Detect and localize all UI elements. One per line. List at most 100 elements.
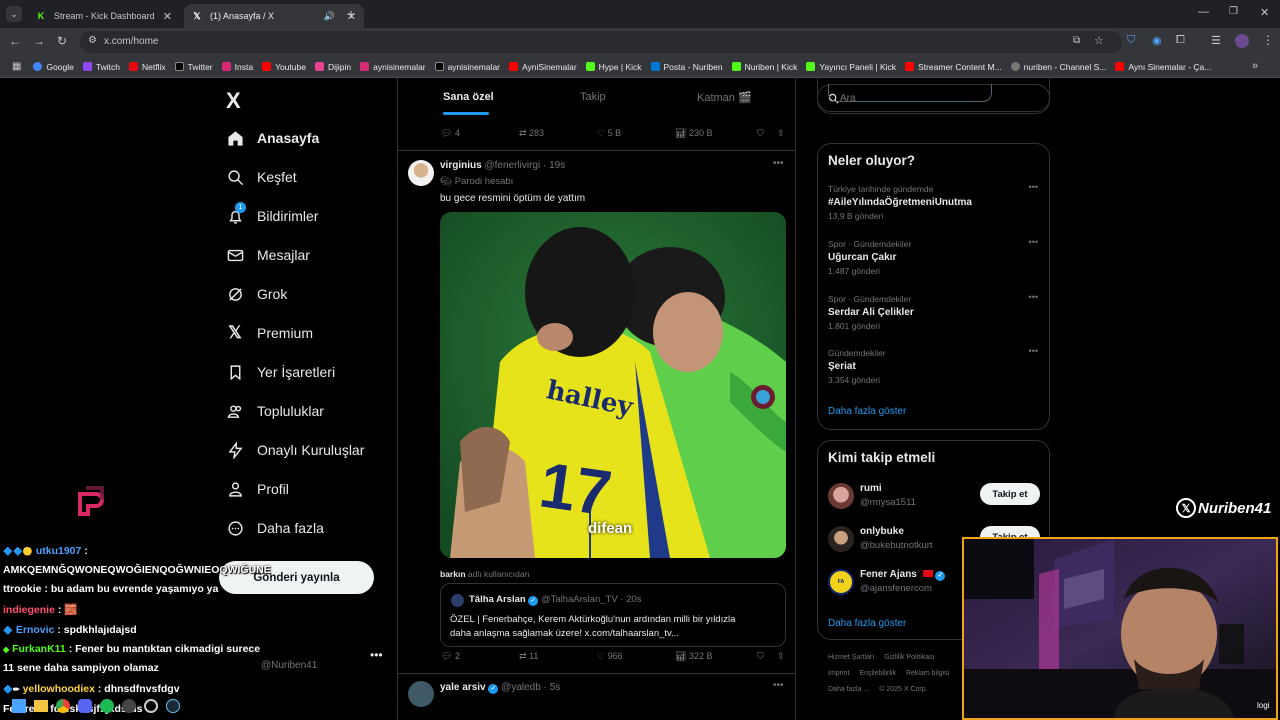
more-bookmarks-icon[interactable]: » xyxy=(1252,60,1258,72)
views-button[interactable]: 📊︎ 322 B xyxy=(675,651,757,662)
bookmark-twitch[interactable]: Twitch xyxy=(82,62,120,72)
kebab-menu-icon[interactable]: ⋮ xyxy=(1262,33,1274,47)
trend-item[interactable]: Spor · Gündemdekiler Serdar Ali Çelikler… xyxy=(828,292,1040,331)
bookmark-dijipin[interactable]: Dijipin xyxy=(314,62,351,72)
footer-link[interactable]: Reklam bilgisi xyxy=(906,670,949,677)
footer-link[interactable]: Erişilebilirlik xyxy=(859,670,896,677)
nav-home[interactable]: Anasayfa xyxy=(226,129,319,147)
tab-following[interactable]: Takip xyxy=(580,91,606,103)
nav-bookmarks[interactable]: Yer İşaretleri xyxy=(226,363,335,381)
nav-premium[interactable]: 𝕏 Premium xyxy=(226,323,313,342)
folder-icon[interactable] xyxy=(34,700,48,712)
bookmark-yayinci-paneli[interactable]: Yayıncı Paneli | Kick xyxy=(806,62,896,72)
trend-more-icon[interactable]: ••• xyxy=(1029,182,1038,192)
follow-suggestion[interactable]: rumi @rmysa1511 Takip et xyxy=(828,481,1040,513)
post-time[interactable]: 19s xyxy=(549,160,565,171)
avatar[interactable] xyxy=(408,681,434,707)
trend-item[interactable]: Türkiye tarihinde gündemde #AileYılındaÖ… xyxy=(828,182,1040,221)
nav-notifications[interactable]: 1 Bildirimler xyxy=(226,202,318,225)
author-name[interactable]: yale arsiv xyxy=(440,682,486,693)
follow-button[interactable]: Takip et xyxy=(980,483,1040,505)
trend-more-icon[interactable]: ••• xyxy=(1029,346,1038,356)
reply-button[interactable]: 💬︎ 4 xyxy=(441,128,519,139)
bookmark-aynisinemalar-yt[interactable]: AyniSinemalar xyxy=(509,62,577,72)
trend-more-icon[interactable]: ••• xyxy=(1029,237,1038,247)
post-time[interactable]: 5s xyxy=(550,682,561,693)
bookmark-posta[interactable]: Posta - Nuriben xyxy=(650,62,723,72)
bookmark-channel[interactable]: nuriben - Channel S... xyxy=(1010,62,1106,72)
footer-link[interactable]: Imprint xyxy=(828,670,849,677)
back-icon[interactable]: ← xyxy=(9,34,21,48)
bookmark-youtube[interactable]: Youtube xyxy=(262,62,306,72)
reload-icon[interactable]: ↻ xyxy=(57,34,67,48)
discord-icon[interactable] xyxy=(78,699,92,713)
bookmark-icon[interactable]: ⛉ xyxy=(757,128,777,139)
nav-communities[interactable]: Topluluklar xyxy=(226,402,324,420)
next-post[interactable]: yale arsiv ✓ @yaledb · 5s ••• xyxy=(398,674,795,720)
close-icon[interactable]: ✕ xyxy=(163,10,172,23)
follow-show-more[interactable]: Daha fazla göster xyxy=(828,618,906,629)
author-handle[interactable]: @yaledb xyxy=(501,682,541,693)
bookmark-ayni-sinemalar[interactable]: Aynı Sinemalar - Ça... xyxy=(1115,62,1211,72)
author-name[interactable]: virginius xyxy=(440,160,482,171)
footer-link[interactable]: Daha fazla ... xyxy=(828,686,869,693)
post-more-icon[interactable]: ••• xyxy=(773,680,784,691)
fener-ajans-logo[interactable]: FA xyxy=(828,569,854,595)
nav-more[interactable]: Daha fazla xyxy=(226,519,324,537)
repost-button[interactable]: ⇄ 283 xyxy=(519,128,597,139)
trends-show-more[interactable]: Daha fazla göster xyxy=(828,406,906,417)
x-logo-icon[interactable]: X xyxy=(226,88,241,114)
windows-icon[interactable] xyxy=(12,699,26,713)
footer-link[interactable]: Gizlilik Politikası xyxy=(884,654,934,661)
more-horizontal-icon[interactable]: ••• xyxy=(370,648,383,662)
address-bar[interactable]: ⚙ x.com/home ⧉ ☆ xyxy=(80,31,1122,53)
tab-list[interactable]: Katman 🎬 xyxy=(697,91,752,104)
bookmark-aynisinemalar-x[interactable]: aynisinemalar xyxy=(434,62,500,72)
quoting-user[interactable]: barkın xyxy=(440,569,466,579)
bookmark-hype-kick[interactable]: Hype | Kick xyxy=(585,62,642,72)
reply-button[interactable]: 💬︎ 2 xyxy=(441,651,519,662)
bookmark-aynisinemalar-insta[interactable]: aynisinemalar xyxy=(360,62,426,72)
footer-link[interactable]: Hizmet Şartları xyxy=(828,654,874,661)
avatar[interactable] xyxy=(408,160,434,186)
nav-messages[interactable]: Mesajlar xyxy=(226,246,310,264)
spotify-icon[interactable] xyxy=(100,699,114,713)
trend-item[interactable]: Spor · Gündemdekiler Uğurcan Çakır 1.487… xyxy=(828,237,1040,276)
close-window-button[interactable]: ✕ xyxy=(1260,6,1269,19)
profile-avatar[interactable] xyxy=(1235,34,1249,48)
bookmark-nuriben-kick[interactable]: Nuriben | Kick xyxy=(731,62,797,72)
new-tab-button[interactable]: + xyxy=(347,6,355,22)
star-icon[interactable]: ☆ xyxy=(1094,34,1104,47)
bookmark-google[interactable]: Google xyxy=(33,62,74,72)
share-icon[interactable]: ⇪ xyxy=(777,651,785,662)
nav-verified-orgs[interactable]: Onaylı Kuruluşlar xyxy=(226,441,364,459)
restore-button[interactable]: ❐ xyxy=(1229,6,1238,17)
install-icon[interactable]: ⧉ xyxy=(1073,35,1080,46)
minimize-button[interactable]: — xyxy=(1198,6,1209,18)
tab-x-home[interactable]: 𝕏 (1) Anasayfa / X 🔊 ✕ xyxy=(184,4,364,28)
views-button[interactable]: 📊︎ 230 B xyxy=(675,128,757,139)
reading-list-icon[interactable]: ☰ xyxy=(1211,34,1221,47)
post-more-icon[interactable]: ••• xyxy=(773,158,784,169)
steam-icon[interactable] xyxy=(166,699,180,713)
like-button[interactable]: ♡ 966 xyxy=(597,651,675,662)
quoted-post[interactable]: Tâlha Arslan ✓ @TalhaArslan_TV · 20s ÖZE… xyxy=(440,583,786,647)
obs-icon[interactable] xyxy=(144,699,158,713)
author-handle[interactable]: @fenerlivirgi xyxy=(484,160,540,171)
avatar[interactable] xyxy=(828,483,854,509)
share-icon[interactable]: ⇪ xyxy=(777,128,785,139)
apps-grid-icon[interactable]: ▦ xyxy=(12,61,21,72)
bookmark-insta[interactable]: Insta xyxy=(221,62,253,72)
avatar[interactable] xyxy=(828,526,854,552)
speaker-icon[interactable]: 🔊 xyxy=(324,11,335,22)
forward-icon[interactable]: → xyxy=(33,34,45,48)
trend-item[interactable]: Gündemdekiler Şeriat 3.354 gönderi ••• xyxy=(828,346,1040,385)
card-button-partial[interactable] xyxy=(828,84,992,102)
repost-button[interactable]: ⇄ 11 xyxy=(519,651,597,662)
like-button[interactable]: ♡ 5 B xyxy=(597,128,675,139)
tab-search-button[interactable]: ⌄ xyxy=(6,6,22,22)
puzzle-icon[interactable]: ⧠ xyxy=(1176,34,1185,47)
nav-profile[interactable]: Profil xyxy=(226,480,289,498)
chrome-icon[interactable] xyxy=(56,699,70,713)
bookmark-icon[interactable]: ⛉ xyxy=(757,651,777,662)
